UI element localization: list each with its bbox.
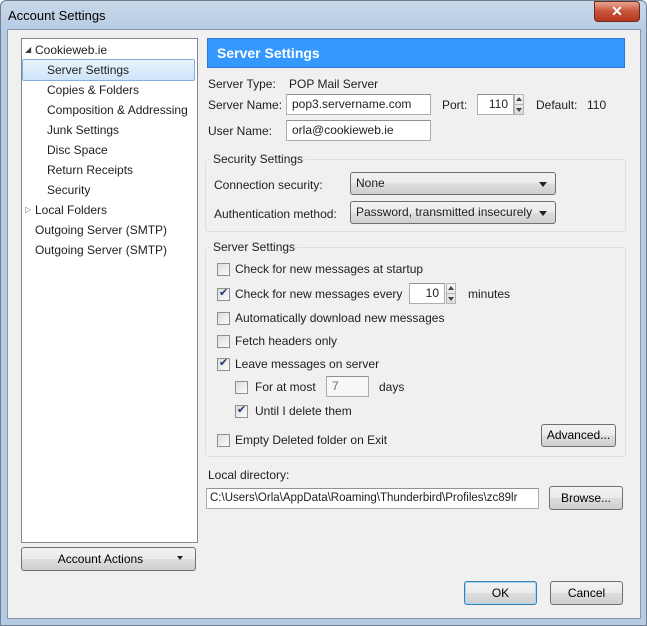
local-directory-field[interactable]: C:\Users\Orla\AppData\Roaming\Thunderbir… [206,488,539,509]
user-name-field[interactable]: orla@cookieweb.ie [286,120,431,141]
auth-method-select[interactable]: Password, transmitted insecurely [350,201,556,224]
tree-outgoing-server-2[interactable]: Outgoing Server (SMTP) [35,240,167,260]
empty-deleted-checkbox[interactable] [217,434,230,447]
browse-button[interactable]: Browse... [549,486,623,510]
panel-header: Server Settings [207,38,625,68]
close-button[interactable]: ✕ [594,1,640,22]
default-port-label: Default: [536,98,578,112]
leave-messages-checkbox[interactable] [217,356,230,371]
until-delete-label[interactable]: Until I delete them [255,404,352,418]
for-at-most-label[interactable]: For at most [255,380,316,394]
tree-item-copies-folders[interactable]: Copies & Folders [47,80,139,100]
connection-security-select[interactable]: None [350,172,556,195]
days-label: days [379,380,405,394]
tree-item-return-receipts[interactable]: Return Receipts [47,160,133,180]
chevron-down-icon [539,182,547,187]
tree-account-cookieweb[interactable]: Cookieweb.ie [35,40,107,60]
advanced-button[interactable]: Advanced... [541,424,616,447]
leave-messages-label[interactable]: Leave messages on server [235,357,379,371]
auto-download-label[interactable]: Automatically download new messages [235,311,444,325]
check-interval-spinner[interactable] [446,283,456,304]
check-startup-label[interactable]: Check for new messages at startup [235,262,423,276]
check-interval-field[interactable]: 10 [409,283,445,304]
server-type-label: Server Type: [208,77,276,91]
local-directory-label: Local directory: [208,468,290,482]
tree-local-folders[interactable]: Local Folders [35,200,107,220]
auto-download-checkbox[interactable] [217,312,230,325]
tree-item-junk-settings[interactable]: Junk Settings [47,120,119,140]
account-actions-button[interactable]: Account Actions [21,547,196,571]
chevron-down-icon [539,211,547,216]
for-at-most-checkbox[interactable] [235,381,248,394]
connection-security-value: None [356,176,385,190]
port-label: Port: [442,98,468,112]
window-title: Account Settings [8,8,106,23]
account-actions-label: Account Actions [57,552,144,566]
connection-security-label: Connection security: [214,178,323,192]
auth-method-label: Authentication method: [214,207,337,221]
dropdown-arrow-icon [177,556,183,560]
port-field[interactable]: 110 [477,94,514,115]
collapse-triangle-icon[interactable]: ◢ [25,45,31,54]
server-type-value: POP Mail Server [289,77,379,91]
expand-triangle-icon[interactable]: ▷ [25,205,31,214]
security-group-title: Security Settings [211,152,306,166]
check-startup-checkbox[interactable] [217,263,230,276]
tree-item-server-settings[interactable]: Server Settings [22,59,195,81]
check-every-label[interactable]: Check for new messages every [235,287,402,301]
cancel-button[interactable]: Cancel [550,581,623,605]
user-name-label: User Name: [208,124,273,138]
auth-method-value: Password, transmitted insecurely [356,205,533,219]
server-name-label: Server Name: [208,98,283,112]
fetch-headers-label[interactable]: Fetch headers only [235,334,337,348]
tree-item-label: Server Settings [47,63,130,77]
tree-item-security[interactable]: Security [47,180,90,200]
tree-outgoing-server-1[interactable]: Outgoing Server (SMTP) [35,220,167,240]
until-delete-checkbox[interactable] [235,403,248,418]
port-spinner[interactable] [514,94,524,115]
check-every-checkbox[interactable] [217,286,230,301]
days-field[interactable]: 7 [326,376,369,397]
default-port-value: 110 [587,98,607,112]
fetch-headers-checkbox[interactable] [217,335,230,348]
ok-button[interactable]: OK [464,581,537,605]
empty-deleted-label[interactable]: Empty Deleted folder on Exit [235,433,387,447]
server-group-title: Server Settings [211,240,298,254]
tree-item-composition-addressing[interactable]: Composition & Addressing [47,100,188,120]
tree-item-disc-space[interactable]: Disc Space [47,140,108,160]
server-name-field[interactable]: pop3.servername.com [286,94,431,115]
panel-title: Server Settings [217,45,320,61]
minutes-label: minutes [468,287,511,301]
